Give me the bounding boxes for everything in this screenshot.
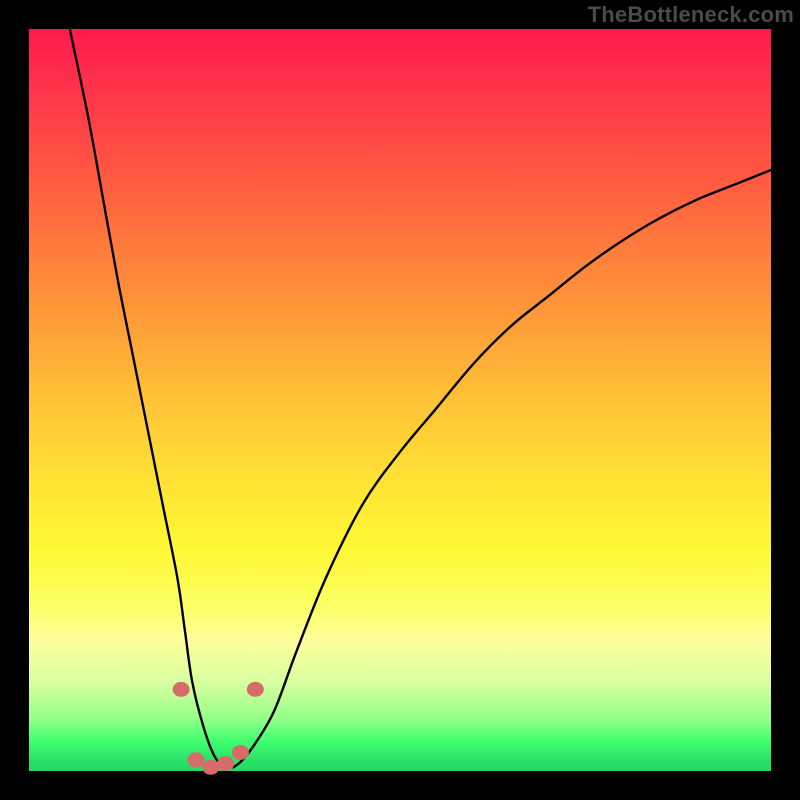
- curve-markers: [173, 682, 264, 775]
- curve-marker: [232, 745, 249, 760]
- watermark-text: TheBottleneck.com: [588, 2, 794, 28]
- curve-marker: [187, 752, 204, 767]
- curve-marker: [202, 760, 219, 775]
- curve-marker: [173, 682, 190, 697]
- bottleneck-curve-svg: [29, 29, 771, 771]
- bottleneck-curve-path: [70, 29, 771, 768]
- curve-marker: [217, 756, 234, 771]
- curve-marker: [247, 682, 264, 697]
